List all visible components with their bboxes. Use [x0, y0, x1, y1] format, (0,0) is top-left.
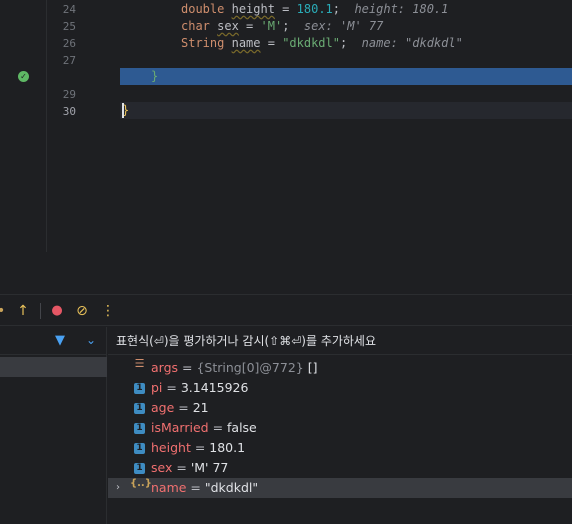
breakpoint-check-icon[interactable]: ✓: [18, 71, 29, 82]
primitive-icon: 1: [134, 463, 145, 474]
variable-row[interactable]: 1 height = 180.1: [108, 438, 572, 458]
line-number-gutter[interactable]: 24 25 26 27 29 30: [47, 0, 83, 252]
object-icon: {..}: [130, 478, 152, 489]
code-line-25: char sex = 'M'; sex: 'M' 77: [181, 18, 383, 35]
inline-value-hint: name: "dkdkdl": [361, 36, 463, 50]
view-breakpoints-icon[interactable]: ●: [48, 301, 66, 321]
semicolon: ;: [339, 36, 348, 50]
variable-value: 21: [192, 400, 209, 415]
variable-row[interactable]: 1 age = 21: [108, 398, 572, 418]
frames-header: ▼ ⌄: [0, 327, 107, 355]
primitive-icon: 1: [134, 443, 145, 454]
variable-name: pi: [151, 380, 163, 395]
operator: =: [274, 2, 297, 16]
variable-row[interactable]: 1 isMarried = false: [108, 418, 572, 438]
char-literal: 'M': [260, 19, 283, 33]
equals: =: [162, 380, 181, 395]
line-number: 29: [62, 88, 76, 101]
equals: =: [172, 460, 191, 475]
chevron-down-icon[interactable]: ⌄: [86, 333, 96, 347]
variables-panel: 표현식(⏎)을 평가하거나 감시(⇧⌘⏎)를 추가하세요 ☰ args = {S…: [108, 327, 572, 524]
equals: =: [208, 420, 228, 435]
string-literal: "dkdkdl": [282, 36, 340, 50]
semicolon: ;: [282, 19, 290, 33]
code-line-26: String name = "dkdkdl"; name: "dkdkdl": [181, 35, 463, 52]
code-line-24: double height = 180.1; height: 180.1: [181, 1, 448, 18]
operator: =: [260, 36, 283, 50]
code-editor[interactable]: 24 25 26 27 29 30 ✓ double height = 180.…: [0, 0, 572, 252]
variable-row[interactable]: 1 sex = 'M' 77: [108, 458, 572, 478]
step-over-icon[interactable]: •: [0, 301, 5, 321]
identifier: sex: [217, 19, 239, 33]
closing-brace: }: [151, 69, 159, 83]
array-icon: ☰: [134, 357, 145, 370]
equals: =: [186, 480, 205, 495]
frames-panel: ▼ ⌄: [0, 327, 107, 524]
primitive-icon: 1: [134, 383, 145, 394]
step-out-icon[interactable]: ↑: [14, 301, 32, 321]
more-options-icon[interactable]: ⋮: [99, 301, 117, 321]
keyword: double: [181, 2, 225, 16]
debug-toolbar: • ↑ ● ⊘ ⋮: [0, 294, 572, 326]
keyword: char: [181, 19, 210, 33]
identifier: height: [231, 2, 275, 16]
equals: =: [178, 360, 197, 375]
line-number: 25: [62, 20, 76, 33]
variable-value: "dkdkdl": [204, 480, 259, 495]
variable-value: 180.1: [209, 440, 246, 455]
variable-value: 'M' 77: [190, 460, 229, 475]
line-number: 24: [62, 3, 76, 16]
operator: =: [238, 19, 261, 33]
line-number: 26: [62, 37, 76, 50]
semicolon: ;: [332, 2, 340, 16]
expand-chevron-icon[interactable]: ›: [116, 478, 120, 498]
primitive-icon: 1: [134, 403, 145, 414]
variable-value: 3.1415926: [180, 380, 249, 395]
variable-name: args: [151, 360, 179, 375]
variable-name: height: [151, 440, 191, 455]
line-number: 27: [62, 54, 76, 67]
variable-name: name: [151, 480, 187, 495]
frame-list-item[interactable]: [0, 357, 107, 377]
caret-line-highlight: [120, 102, 572, 119]
mute-breakpoints-icon[interactable]: ⊘: [73, 301, 91, 321]
variable-row-selected[interactable]: › {..} name = "dkdkdl": [108, 478, 572, 498]
inline-value-hint: sex: 'M' 77: [303, 19, 384, 33]
variable-value: []: [303, 360, 318, 375]
variable-name: isMarried: [151, 420, 209, 435]
variable-value: false: [227, 420, 257, 435]
variable-type: {String[0]@772}: [196, 360, 304, 375]
text-caret: [122, 103, 124, 118]
variable-name: age: [151, 400, 175, 415]
variable-row[interactable]: 1 pi = 3.1415926: [108, 378, 572, 398]
toolbar-separator: [40, 303, 41, 319]
equals: =: [174, 400, 193, 415]
filter-icon[interactable]: ▼: [55, 333, 65, 348]
expression-evaluator[interactable]: 표현식(⏎)을 평가하거나 감시(⇧⌘⏎)를 추가하세요: [108, 327, 572, 355]
line-number: 30: [62, 105, 76, 118]
variable-row[interactable]: ☰ args = {String[0]@772} []: [108, 358, 572, 378]
keyword: String: [181, 36, 225, 50]
primitive-icon: 1: [134, 423, 145, 434]
expression-input-placeholder[interactable]: 표현식(⏎)을 평가하거나 감시(⇧⌘⏎)를 추가하세요: [116, 332, 376, 350]
inline-value-hint: height: 180.1: [354, 2, 449, 16]
identifier: name: [231, 36, 261, 50]
execution-point-line: [120, 68, 572, 85]
equals: =: [190, 440, 210, 455]
variable-name: sex: [151, 460, 173, 475]
number-literal: 180.1: [296, 2, 333, 16]
editor-left-strip: [0, 0, 47, 252]
